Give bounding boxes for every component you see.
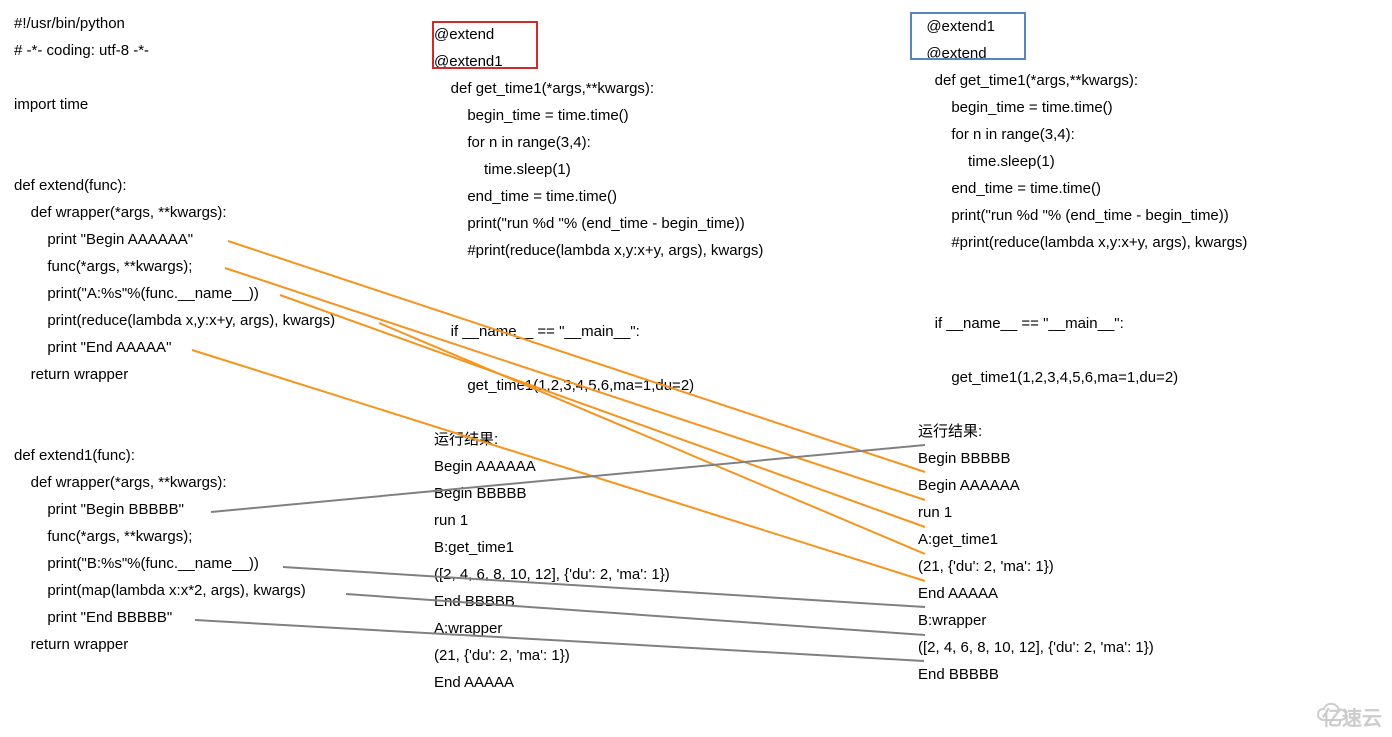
watermark: 亿速云 bbox=[1316, 702, 1382, 731]
watermark-text: 亿速云 bbox=[1322, 702, 1382, 731]
code-right: @extend1 @extend def get_time1(*args,**k… bbox=[918, 13, 1247, 688]
code-column-left: #!/usr/bin/python # -*- coding: utf-8 -*… bbox=[14, 10, 335, 658]
code-middle: @extend @extend1 def get_time1(*args,**k… bbox=[434, 21, 763, 696]
highlight-box-red bbox=[432, 21, 538, 69]
code-column-middle: @extend @extend1 def get_time1(*args,**k… bbox=[434, 21, 763, 696]
highlight-box-blue bbox=[910, 12, 1026, 60]
code-left: #!/usr/bin/python # -*- coding: utf-8 -*… bbox=[14, 10, 335, 658]
code-column-right: @extend1 @extend def get_time1(*args,**k… bbox=[918, 13, 1247, 688]
